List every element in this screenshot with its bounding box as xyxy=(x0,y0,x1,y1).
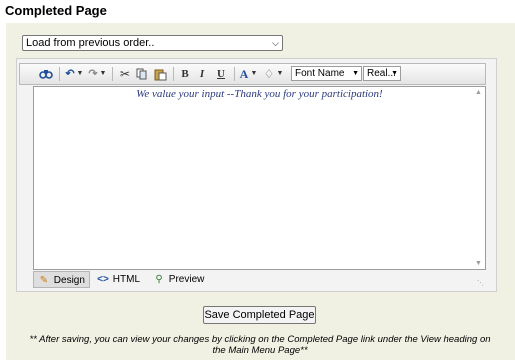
redo-icon[interactable]: ↷ xyxy=(86,64,100,84)
tab-preview-label: Preview xyxy=(168,274,205,285)
italic-icon[interactable]: I xyxy=(196,64,208,84)
toolbar-separator xyxy=(112,67,113,81)
undo-dropdown-chevron-icon[interactable]: ▼ xyxy=(76,64,84,84)
underline-icon[interactable]: U xyxy=(215,64,227,84)
highlight-color-icon[interactable]: ♢ xyxy=(262,64,276,84)
toolbar-separator xyxy=(59,67,60,81)
pencil-icon: ✎ xyxy=(39,275,49,286)
toolbar-separator xyxy=(173,67,174,81)
save-note-line-2: the Main Menu Page** xyxy=(212,345,308,356)
chevron-down-icon: ▼ xyxy=(391,70,398,77)
resize-grip-icon[interactable]: ⋱ xyxy=(477,279,484,287)
scroll-up-arrow-icon[interactable]: ▲ xyxy=(473,89,484,96)
toolbar-separator xyxy=(234,67,235,81)
magnifier-icon: ⚲ xyxy=(155,274,163,285)
tab-html[interactable]: <> HTML xyxy=(93,271,145,288)
font-color-dropdown-chevron-icon[interactable]: ▼ xyxy=(250,64,258,84)
bold-icon[interactable]: B xyxy=(179,64,191,84)
font-name-value: Font Name xyxy=(295,68,345,79)
cut-icon[interactable]: ✂ xyxy=(118,64,132,84)
editor-content-area[interactable]: We value your input --Thank you for your… xyxy=(33,86,486,270)
paste-icon[interactable] xyxy=(153,64,167,84)
find-icon[interactable] xyxy=(38,64,54,84)
tab-preview[interactable]: ⚲ Preview xyxy=(149,271,209,288)
chevron-down-icon: ▼ xyxy=(352,70,359,77)
code-brackets-icon: <> xyxy=(97,274,109,285)
editor-vertical-scrollbar[interactable]: ▲ ▼ xyxy=(473,88,484,268)
highlight-dropdown-chevron-icon[interactable]: ▼ xyxy=(276,64,284,84)
load-previous-order-select[interactable]: Load from previous order.. ⌵ xyxy=(22,35,283,51)
editor-toolbar: ↶ ▼ ↷ ▼ ✂ B I U A ▼ ♢ ▼ Font Name ▼ Real… xyxy=(19,63,486,85)
font-name-dropdown[interactable]: Font Name ▼ xyxy=(291,66,362,81)
font-color-icon[interactable]: A xyxy=(238,64,250,84)
save-note-line-1: ** After saving, you can view your chang… xyxy=(29,334,491,345)
tab-design[interactable]: ✎ Design xyxy=(33,271,90,288)
tab-html-label: HTML xyxy=(112,274,141,285)
font-size-dropdown[interactable]: Real... ▼ xyxy=(363,66,401,81)
page-title: Completed Page xyxy=(5,3,107,18)
undo-icon[interactable]: ↶ xyxy=(63,64,77,84)
save-completed-page-button[interactable]: Save Completed Page xyxy=(203,306,316,324)
editor-content-text: We value your input --Thank you for your… xyxy=(136,88,383,100)
load-select-value: Load from previous order.. xyxy=(26,37,155,49)
tab-design-label: Design xyxy=(53,275,85,286)
chevron-down-icon: ⌵ xyxy=(272,38,279,48)
save-note: ** After saving, you can view your chang… xyxy=(20,334,500,356)
redo-dropdown-chevron-icon[interactable]: ▼ xyxy=(99,64,107,84)
copy-icon[interactable] xyxy=(135,64,149,84)
scroll-down-arrow-icon[interactable]: ▼ xyxy=(473,260,484,267)
editor-mode-bar: ✎ Design <> HTML ⚲ Preview ⋱ xyxy=(33,271,486,289)
